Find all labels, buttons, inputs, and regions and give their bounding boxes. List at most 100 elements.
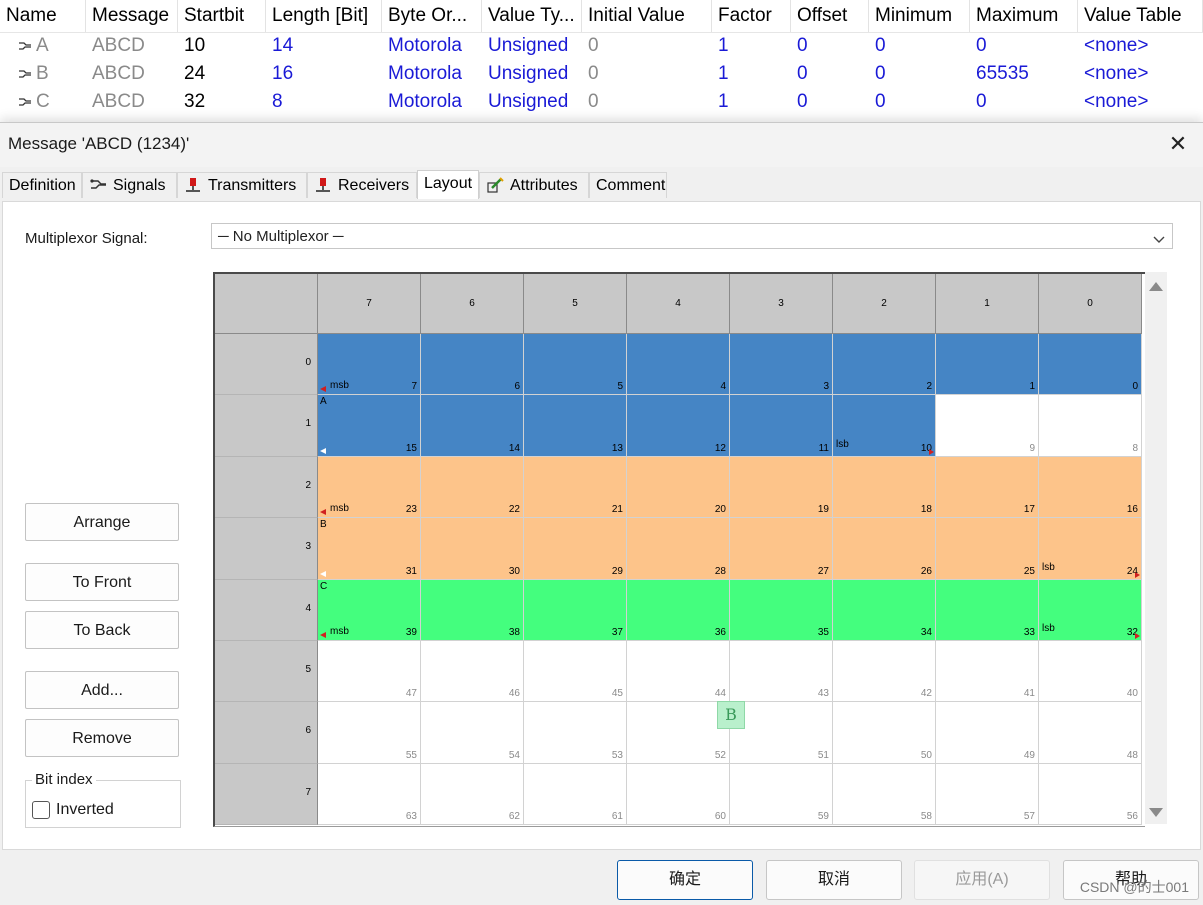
bit-cell[interactable]: 41 [936, 641, 1039, 703]
cell-value-type[interactable]: Unsigned [482, 60, 582, 88]
col-header-length[interactable]: Length [Bit] [266, 0, 382, 32]
cell-startbit[interactable]: 24 [178, 60, 266, 88]
cell-value-type[interactable]: Unsigned [482, 88, 582, 116]
cell-offset[interactable]: 0 [791, 60, 869, 88]
bit-cell[interactable]: 62 [421, 763, 524, 826]
cell-initial[interactable]: 0 [582, 88, 712, 116]
cell-minimum[interactable]: 0 [869, 32, 970, 60]
bit-cell[interactable]: 40 [1039, 641, 1142, 703]
remove-button[interactable]: Remove [25, 719, 179, 757]
to-front-button[interactable]: To Front [25, 563, 179, 601]
bit-cell[interactable]: 47 [318, 641, 421, 703]
table-row[interactable]: A ABCD 10 14 Motorola Unsigned 0 1 0 0 0 <none> [0, 32, 1203, 60]
bit-cell[interactable]: 37 [524, 579, 627, 641]
apply-button[interactable]: 应用(A) [914, 860, 1050, 900]
bit-cell[interactable]: 36 [627, 579, 730, 641]
col-header-minimum[interactable]: Minimum [869, 0, 970, 32]
bit-cell[interactable]: 19 [730, 456, 833, 519]
bit-cell[interactable]: 57 [936, 763, 1039, 826]
cell-minimum[interactable]: 0 [869, 88, 970, 116]
bit-cell[interactable]: 23 msb [318, 456, 421, 519]
bit-cell[interactable]: 5 [524, 334, 627, 396]
cell-length[interactable]: 16 [266, 60, 382, 88]
cell-message[interactable]: ABCD [86, 88, 178, 116]
multiplexor-select[interactable]: ─ No Multiplexor ─ [211, 223, 1173, 249]
inverted-checkbox[interactable] [32, 801, 50, 819]
cell-message[interactable]: ABCD [86, 32, 178, 60]
bit-cell[interactable]: 34 [833, 579, 936, 641]
col-header-value-table[interactable]: Value Table [1078, 0, 1203, 32]
cancel-button[interactable]: 取消 [766, 860, 902, 900]
bit-layout-grid[interactable]: 7 6 5 4 3 2 1 0 0 7 msb 6 5 4 3 2 1 0 1 15 A 14 13 12 11 10 lsb 9 8 2… [213, 272, 1145, 827]
bit-cell[interactable]: 6 [421, 334, 524, 396]
cell-maximum[interactable]: 0 [970, 88, 1078, 116]
bit-cell[interactable]: 35 [730, 579, 833, 641]
col-header-startbit[interactable]: Startbit [178, 0, 266, 32]
tab-signals[interactable]: Signals [82, 172, 177, 198]
bit-cell[interactable]: 61 [524, 763, 627, 826]
bit-cell[interactable]: 50 [833, 702, 936, 764]
cell-factor[interactable]: 1 [712, 60, 791, 88]
cell-message[interactable]: ABCD [86, 60, 178, 88]
cell-byte-order[interactable]: Motorola [382, 60, 482, 88]
bit-cell[interactable]: 29 [524, 518, 627, 580]
bit-cell[interactable]: 0 [1039, 334, 1142, 396]
col-header-value-type[interactable]: Value Ty... [482, 0, 582, 32]
cell-byte-order[interactable]: Motorola [382, 32, 482, 60]
ok-button[interactable]: 确定 [617, 860, 753, 900]
bit-cell[interactable]: 9 [936, 395, 1039, 457]
cell-factor[interactable]: 1 [712, 88, 791, 116]
arrange-button[interactable]: Arrange [25, 503, 179, 541]
cell-name[interactable]: B [0, 60, 86, 88]
bit-cell[interactable]: 10 lsb [833, 395, 936, 457]
col-header-factor[interactable]: Factor [712, 0, 791, 32]
bit-cell[interactable]: 3 [730, 334, 833, 396]
bit-cell[interactable]: 60 [627, 763, 730, 826]
bit-cell[interactable]: 32 lsb [1039, 579, 1142, 641]
cell-value-type[interactable]: Unsigned [482, 32, 582, 60]
cell-length[interactable]: 8 [266, 88, 382, 116]
to-back-button[interactable]: To Back [25, 611, 179, 649]
bit-cell[interactable]: 31 B [318, 518, 421, 580]
bit-cell[interactable]: 16 [1039, 456, 1142, 519]
bit-cell[interactable]: 11 [730, 395, 833, 457]
table-row[interactable]: B ABCD 24 16 Motorola Unsigned 0 1 0 0 65535 <none> [0, 60, 1203, 88]
tab-attributes[interactable]: Attributes [479, 172, 589, 198]
col-header-byte-order[interactable]: Byte Or... [382, 0, 482, 32]
cell-initial[interactable]: 0 [582, 32, 712, 60]
bit-cell[interactable]: 43 [730, 641, 833, 703]
cell-value-table[interactable]: <none> [1078, 60, 1203, 88]
bit-cell[interactable]: 14 [421, 395, 524, 457]
col-header-offset[interactable]: Offset [791, 0, 869, 32]
bit-cell[interactable]: 63 [318, 763, 421, 826]
add-button[interactable]: Add... [25, 671, 179, 709]
bit-cell[interactable]: 21 [524, 456, 627, 519]
bit-cell[interactable]: 28 [627, 518, 730, 580]
cell-initial[interactable]: 0 [582, 60, 712, 88]
bit-cell[interactable]: 8 [1039, 395, 1142, 457]
bit-cell[interactable]: 12 [627, 395, 730, 457]
bit-cell[interactable]: 48 [1039, 702, 1142, 764]
scroll-up-icon[interactable] [1149, 282, 1163, 291]
cell-minimum[interactable]: 0 [869, 60, 970, 88]
bit-cell[interactable]: 52 [627, 702, 730, 764]
cell-name[interactable]: A [0, 32, 86, 60]
cell-maximum[interactable]: 0 [970, 32, 1078, 60]
cell-offset[interactable]: 0 [791, 88, 869, 116]
bit-cell[interactable]: 15 A [318, 395, 421, 457]
bit-cell[interactable]: 38 [421, 579, 524, 641]
bit-cell[interactable]: 13 [524, 395, 627, 457]
cell-name[interactable]: C [0, 88, 86, 116]
bit-cell[interactable]: 46 [421, 641, 524, 703]
close-icon[interactable]: ✕ [1165, 131, 1191, 157]
col-header-message[interactable]: Message [86, 0, 178, 32]
bit-cell[interactable]: 42 [833, 641, 936, 703]
bit-cell[interactable]: 53 [524, 702, 627, 764]
tab-layout[interactable]: Layout [417, 170, 479, 199]
cell-maximum[interactable]: 65535 [970, 60, 1078, 88]
bit-cell[interactable]: 44 [627, 641, 730, 703]
tab-transmitters[interactable]: Transmitters [177, 172, 307, 198]
bit-cell[interactable]: 24 lsb [1039, 518, 1142, 580]
cell-length[interactable]: 14 [266, 32, 382, 60]
bit-cell[interactable]: 56 [1039, 763, 1142, 826]
